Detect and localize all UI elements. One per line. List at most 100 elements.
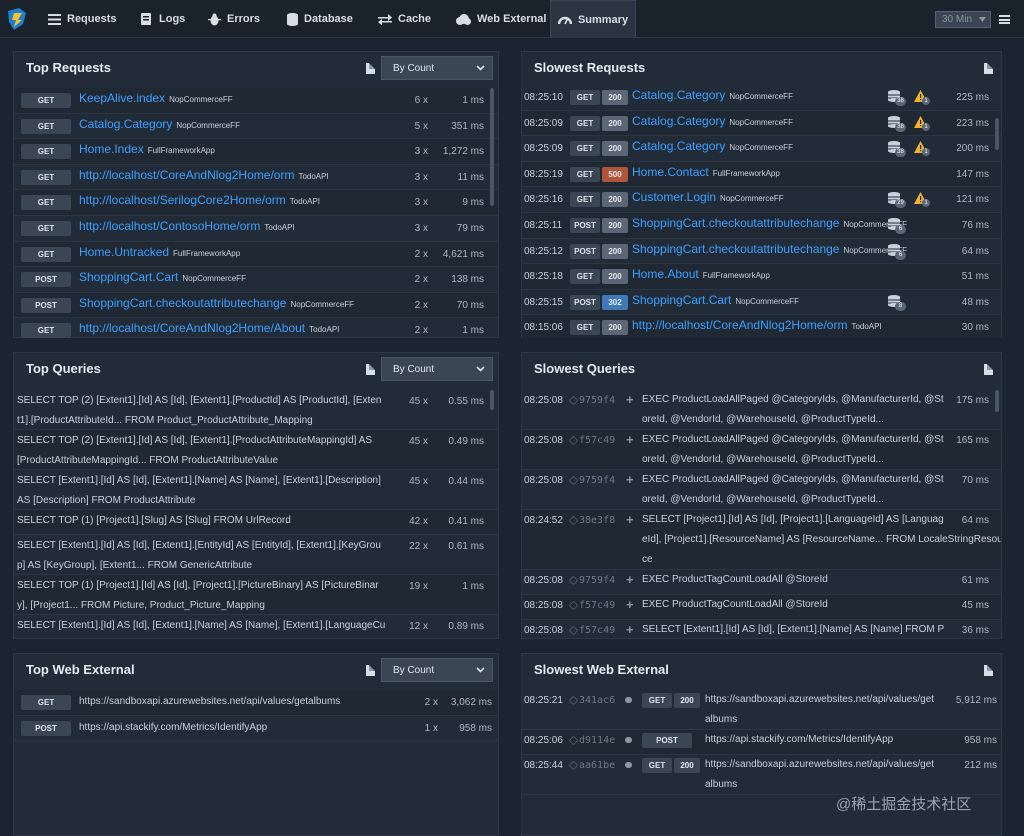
expand-icon[interactable]: + <box>626 512 634 527</box>
expand-icon[interactable]: + <box>626 432 634 447</box>
table-row[interactable]: GET Home.Index FullFrameworkApp 3 x 1,272 ms <box>14 139 498 165</box>
tab-requests[interactable]: Requests <box>40 0 125 38</box>
expand-icon[interactable]: + <box>626 622 634 636</box>
request-link[interactable]: ShoppingCart.Cart <box>632 293 731 307</box>
request-link[interactable]: Catalog.Category <box>632 88 725 102</box>
table-row[interactable]: 08:15:06 GET 200 http://localhost/CoreAndNl… <box>522 315 1001 338</box>
table-row[interactable]: GET http://localhost/ContosoHome/orm TodoA… <box>14 216 498 242</box>
export-icon[interactable] <box>984 63 993 74</box>
sort-select[interactable]: By Count <box>381 658 493 682</box>
request-link[interactable]: http://localhost/ContosoHome/orm <box>79 219 260 233</box>
table-row[interactable]: 08:25:08 f57c49 + EXEC ProductTagCountLoadA… <box>522 595 1001 620</box>
table-row[interactable]: 08:25:06 d9114e POST https://api.stackify.c… <box>522 730 1001 755</box>
table-row[interactable]: 08:25:10 GET 200 Catalog.Category NopCommerc… <box>522 85 1001 111</box>
table-row[interactable]: 08:25:18 GET 200 Home.About FullFrameworkApp… <box>522 264 1001 290</box>
request-link[interactable]: Catalog.Category <box>632 139 725 153</box>
table-row[interactable]: SELECT [Extent1].[Id] AS [Id], [Extent1]… <box>14 535 498 575</box>
export-icon[interactable] <box>366 63 375 74</box>
request-link[interactable]: http://localhost/SerilogCore2Home/orm <box>79 193 286 207</box>
warning-icon: 1 <box>914 115 930 131</box>
tab-logs[interactable]: Logs <box>131 0 193 38</box>
sort-select[interactable]: By Count <box>381 56 493 80</box>
export-icon[interactable] <box>984 665 993 676</box>
table-row[interactable]: GET http://localhost/SerilogCore2Home/orm… <box>14 190 498 216</box>
expand-icon[interactable]: + <box>626 572 634 587</box>
table-row[interactable]: 08:25:08 9759f4 + EXEC ProductLoadAllPaged … <box>522 470 1001 510</box>
avg-duration: 0.89 ms <box>448 621 484 632</box>
request-link[interactable]: Customer.Login <box>632 190 716 204</box>
tab-web-external[interactable]: Web External <box>447 0 555 38</box>
request-link[interactable]: Home.Index <box>79 142 144 156</box>
table-row[interactable]: 08:25:12 POST 200 ShoppingCart.checkoutattr… <box>522 239 1001 265</box>
scrollbar[interactable] <box>995 390 999 412</box>
request-link[interactable]: ShoppingCart.Cart <box>79 270 178 284</box>
table-row[interactable]: 08:25:19 GET 500 Home.Contact FullFrameworkA… <box>522 161 1001 188</box>
export-icon[interactable] <box>366 364 375 375</box>
table-row[interactable]: 08:25:44 aa61be GET 200 https://sandboxapi.a… <box>522 755 1001 795</box>
table-row[interactable]: 08:25:08 9759f4 + EXEC ProductLoadAllPaged … <box>522 390 1001 430</box>
request-link[interactable]: Home.Untracked <box>79 245 169 259</box>
export-icon[interactable] <box>366 665 375 676</box>
panel-title: Slowest Requests <box>534 60 646 75</box>
query-time: 08:25:08 <box>524 395 563 406</box>
expand-icon[interactable]: + <box>626 392 634 407</box>
request-link[interactable]: http://localhost/CoreAndNlog2Home/orm <box>632 318 847 332</box>
table-row[interactable]: GET KeepAlive.index NopCommerceFF 6 x 1 ms <box>14 88 498 114</box>
request-link[interactable]: Catalog.Category <box>632 114 725 128</box>
expand-icon[interactable]: + <box>626 472 634 487</box>
table-row[interactable]: 08:25:15 POST 302 ShoppingCart.Cart NopComme… <box>522 290 1001 316</box>
table-row[interactable]: POST ShoppingCart.checkoutattributechange… <box>14 292 498 319</box>
table-row[interactable]: 08:25:08 9759f4 + EXEC ProductTagCountLoadA… <box>522 570 1001 595</box>
request-link[interactable]: Home.About <box>632 267 699 281</box>
menu-icon[interactable] <box>999 15 1010 24</box>
expand-icon[interactable]: + <box>626 597 634 612</box>
request-link[interactable]: KeepAlive.index <box>79 91 165 105</box>
table-row[interactable]: POST ShoppingCart.Cart NopCommerceFF 2 x 138… <box>14 267 498 293</box>
table-row[interactable]: 08:25:09 GET 200 Catalog.Category NopCommerc… <box>522 136 1001 162</box>
scrollbar[interactable] <box>490 88 494 206</box>
time-range-select[interactable]: 30 Min <box>935 11 991 28</box>
tab-cache[interactable]: Cache <box>370 0 439 38</box>
tab-errors[interactable]: Errors <box>200 0 268 38</box>
request-link[interactable]: http://localhost/CoreAndNlog2Home/About <box>79 321 305 335</box>
request-link[interactable]: ShoppingCart.checkoutattributechange <box>632 242 839 256</box>
sort-select[interactable]: By Count <box>381 357 493 381</box>
table-row[interactable]: 08:25:08 f57c49 + EXEC ProductLoadAllPaged … <box>522 430 1001 470</box>
table-row[interactable]: GET http://localhost/CoreAndNlog2Home/orm… <box>14 165 498 191</box>
table-row[interactable]: GET Catalog.Category NopCommerceFF 5 x 351 m… <box>14 114 498 140</box>
request-name-cell: ShoppingCart.checkoutattributechange NopC… <box>632 242 922 256</box>
table-row[interactable]: 08:25:09 GET 200 Catalog.Category NopCommerc… <box>522 110 1001 137</box>
table-row[interactable]: SELECT TOP (2) [Extent1].[Id] AS [Id], [… <box>14 390 498 430</box>
request-link[interactable]: Catalog.Category <box>79 117 172 131</box>
url-line: https://api.stackify.com/Metrics/Identif… <box>705 734 894 745</box>
table-row[interactable]: 08:25:08 f57c49 + SELECT [Extent1].[Id] AS … <box>522 620 1001 636</box>
table-row[interactable]: SELECT TOP (2) [Extent1].[Id] AS [Id], [… <box>14 430 498 470</box>
table-row[interactable]: GET https://sandboxapi.azurewebsites.net/… <box>14 690 498 716</box>
request-link[interactable]: ShoppingCart.checkoutattributechange <box>632 216 839 230</box>
tab-database[interactable]: Database <box>279 0 361 38</box>
request-name-cell: Catalog.Category NopCommerceFF <box>632 114 922 128</box>
table-row[interactable]: SELECT TOP (1) [Project1].[Slug] AS [Slu… <box>14 510 498 535</box>
table-row[interactable]: SELECT [Extent1].[Id] AS [Id], [Extent1]… <box>14 470 498 510</box>
request-time: 08:25:11 <box>524 219 563 231</box>
warning-icon: 1 <box>914 90 930 105</box>
table-row[interactable]: SELECT [Extent1].[Id] AS [Id], [Extent1]… <box>14 615 498 636</box>
table-row[interactable]: 08:25:11 POST 200 ShoppingCart.checkoutattr… <box>522 212 1001 239</box>
slowest-queries-panel: Slowest Queries 08:25:08 9759f4 + EXEC Prod… <box>521 352 1002 639</box>
scrollbar[interactable] <box>995 118 999 150</box>
tab-summary[interactable]: Summary <box>550 0 636 38</box>
request-link[interactable]: Home.Contact <box>632 165 709 179</box>
verb-badge: GET <box>642 758 672 773</box>
table-row[interactable]: POST https://api.stackify.com/Metrics/Ide… <box>14 716 498 742</box>
table-row[interactable]: SELECT TOP (1) [Project1].[Id] AS [Id], … <box>14 575 498 615</box>
table-row[interactable]: 08:24:52 38e3f8 + SELECT [Project1].[Id] AS… <box>522 510 1001 570</box>
app-logo-icon[interactable] <box>6 7 28 31</box>
request-link[interactable]: http://localhost/CoreAndNlog2Home/orm <box>79 168 294 182</box>
table-row[interactable]: 08:25:16 GET 200 Customer.Login NopCommerceF… <box>522 187 1001 213</box>
export-icon[interactable] <box>984 364 993 375</box>
table-row[interactable]: 08:25:21 341ac6 GET 200 https://sandboxapi.a… <box>522 690 1001 730</box>
request-link[interactable]: ShoppingCart.checkoutattributechange <box>79 296 286 310</box>
table-row[interactable]: GET Home.Untracked FullFrameworkApp 2 x 4,62… <box>14 241 498 268</box>
table-row[interactable]: GET http://localhost/CoreAndNlog2Home/Abo… <box>14 318 498 338</box>
scrollbar[interactable] <box>490 390 494 410</box>
